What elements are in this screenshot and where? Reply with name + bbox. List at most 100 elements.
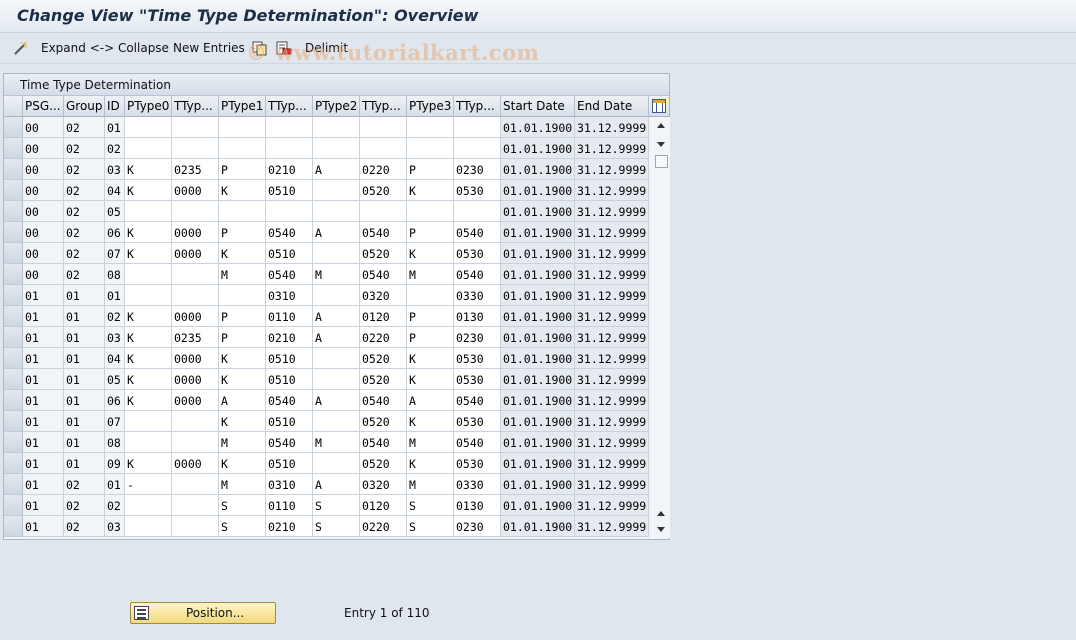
cell-ttype0[interactable]: [172, 474, 219, 495]
cell-end-date[interactable]: 31.12.9999: [575, 117, 649, 138]
cell-ptype0[interactable]: K: [125, 243, 172, 264]
cell-ttype3[interactable]: 0540: [454, 390, 501, 411]
cell-end-date[interactable]: 31.12.9999: [575, 201, 649, 222]
vertical-scrollbar[interactable]: [652, 117, 670, 538]
cell-ptype2[interactable]: A: [313, 222, 360, 243]
row-selector[interactable]: [4, 432, 23, 453]
column-header-psg[interactable]: PSG...: [23, 96, 64, 117]
row-selector[interactable]: [4, 411, 23, 432]
cell-ttype0[interactable]: 0000: [172, 390, 219, 411]
column-header-ttype3[interactable]: TTyp...: [454, 96, 501, 117]
cell-ttype1[interactable]: 0510: [266, 180, 313, 201]
cell-ttype1[interactable]: [266, 117, 313, 138]
cell-start-date[interactable]: 01.01.1900: [501, 474, 575, 495]
cell-ttype0[interactable]: 0000: [172, 222, 219, 243]
cell-end-date[interactable]: 31.12.9999: [575, 138, 649, 159]
cell-start-date[interactable]: 01.01.1900: [501, 117, 575, 138]
row-selector[interactable]: [4, 201, 23, 222]
cell-ptype2[interactable]: A: [313, 474, 360, 495]
cell-ttype3[interactable]: [454, 138, 501, 159]
cell-ptype3[interactable]: K: [407, 348, 454, 369]
row-selector[interactable]: [4, 159, 23, 180]
cell-ttype2[interactable]: 0540: [360, 264, 407, 285]
cell-ttype1[interactable]: 0210: [266, 516, 313, 537]
position-button[interactable]: Position...: [130, 602, 276, 624]
cell-ptype3[interactable]: K: [407, 180, 454, 201]
cell-ptype1[interactable]: K: [219, 411, 266, 432]
cell-end-date[interactable]: 31.12.9999: [575, 285, 649, 306]
column-header-ptype1[interactable]: PType1: [219, 96, 266, 117]
cell-start-date[interactable]: 01.01.1900: [501, 432, 575, 453]
cell-ttype0[interactable]: [172, 264, 219, 285]
cell-ptype0[interactable]: K: [125, 159, 172, 180]
cell-start-date[interactable]: 01.01.1900: [501, 138, 575, 159]
cell-ttype1[interactable]: 0540: [266, 264, 313, 285]
cell-start-date[interactable]: 01.01.1900: [501, 411, 575, 432]
row-selector[interactable]: [4, 117, 23, 138]
cell-ttype0[interactable]: [172, 117, 219, 138]
cell-ptype2[interactable]: [313, 243, 360, 264]
cell-start-date[interactable]: 01.01.1900: [501, 495, 575, 516]
cell-ttype2[interactable]: 0520: [360, 453, 407, 474]
cell-ttype0[interactable]: [172, 411, 219, 432]
cell-ttype2[interactable]: 0540: [360, 432, 407, 453]
cell-ttype1[interactable]: 0310: [266, 474, 313, 495]
column-header-ptype3[interactable]: PType3: [407, 96, 454, 117]
cell-ttype0[interactable]: 0000: [172, 243, 219, 264]
column-header-end-date[interactable]: End Date: [575, 96, 649, 117]
cell-ptype3[interactable]: [407, 138, 454, 159]
row-selector[interactable]: [4, 243, 23, 264]
cell-ptype0[interactable]: K: [125, 327, 172, 348]
cell-ttype2[interactable]: [360, 138, 407, 159]
cell-ttype3[interactable]: [454, 201, 501, 222]
cell-ttype0[interactable]: [172, 201, 219, 222]
cell-ttype3[interactable]: [454, 117, 501, 138]
cell-ptype0[interactable]: K: [125, 180, 172, 201]
cell-ptype3[interactable]: K: [407, 243, 454, 264]
cell-ptype1[interactable]: K: [219, 369, 266, 390]
cell-ttype3[interactable]: 0530: [454, 180, 501, 201]
cell-ptype3[interactable]: [407, 117, 454, 138]
row-selector[interactable]: [4, 516, 23, 537]
cell-ptype1[interactable]: [219, 201, 266, 222]
cell-ptype0[interactable]: K: [125, 453, 172, 474]
cell-end-date[interactable]: 31.12.9999: [575, 474, 649, 495]
cell-ttype1[interactable]: 0210: [266, 159, 313, 180]
cell-ttype1[interactable]: 0540: [266, 390, 313, 411]
cell-ptype0[interactable]: [125, 285, 172, 306]
cell-ptype1[interactable]: P: [219, 222, 266, 243]
cell-end-date[interactable]: 31.12.9999: [575, 222, 649, 243]
cell-ttype2[interactable]: 0220: [360, 159, 407, 180]
scroll-thumb[interactable]: [655, 155, 668, 168]
cell-ptype0[interactable]: K: [125, 348, 172, 369]
cell-ptype2[interactable]: M: [313, 432, 360, 453]
column-header-ptype2[interactable]: PType2: [313, 96, 360, 117]
row-selector[interactable]: [4, 327, 23, 348]
cell-ptype3[interactable]: P: [407, 159, 454, 180]
cell-ptype1[interactable]: [219, 117, 266, 138]
cell-end-date[interactable]: 31.12.9999: [575, 306, 649, 327]
column-header-ttype0[interactable]: TTyp...: [172, 96, 219, 117]
cell-ptype0[interactable]: [125, 117, 172, 138]
cell-ttype3[interactable]: 0540: [454, 432, 501, 453]
cell-start-date[interactable]: 01.01.1900: [501, 390, 575, 411]
cell-ptype2[interactable]: [313, 201, 360, 222]
cell-ttype2[interactable]: 0220: [360, 327, 407, 348]
cell-ptype2[interactable]: A: [313, 327, 360, 348]
cell-ttype2[interactable]: 0540: [360, 390, 407, 411]
cell-ttype2[interactable]: 0220: [360, 516, 407, 537]
row-selector[interactable]: [4, 285, 23, 306]
cell-ttype3[interactable]: 0530: [454, 453, 501, 474]
cell-end-date[interactable]: 31.12.9999: [575, 243, 649, 264]
cell-ptype1[interactable]: K: [219, 180, 266, 201]
cell-ttype3[interactable]: 0530: [454, 348, 501, 369]
cell-ptype2[interactable]: [313, 453, 360, 474]
cell-start-date[interactable]: 01.01.1900: [501, 222, 575, 243]
cell-ptype1[interactable]: S: [219, 495, 266, 516]
cell-ttype0[interactable]: [172, 285, 219, 306]
row-selector[interactable]: [4, 474, 23, 495]
cell-ptype0[interactable]: [125, 432, 172, 453]
cell-ttype3[interactable]: 0330: [454, 474, 501, 495]
cell-ptype3[interactable]: M: [407, 432, 454, 453]
select-all-cell[interactable]: [4, 96, 23, 117]
